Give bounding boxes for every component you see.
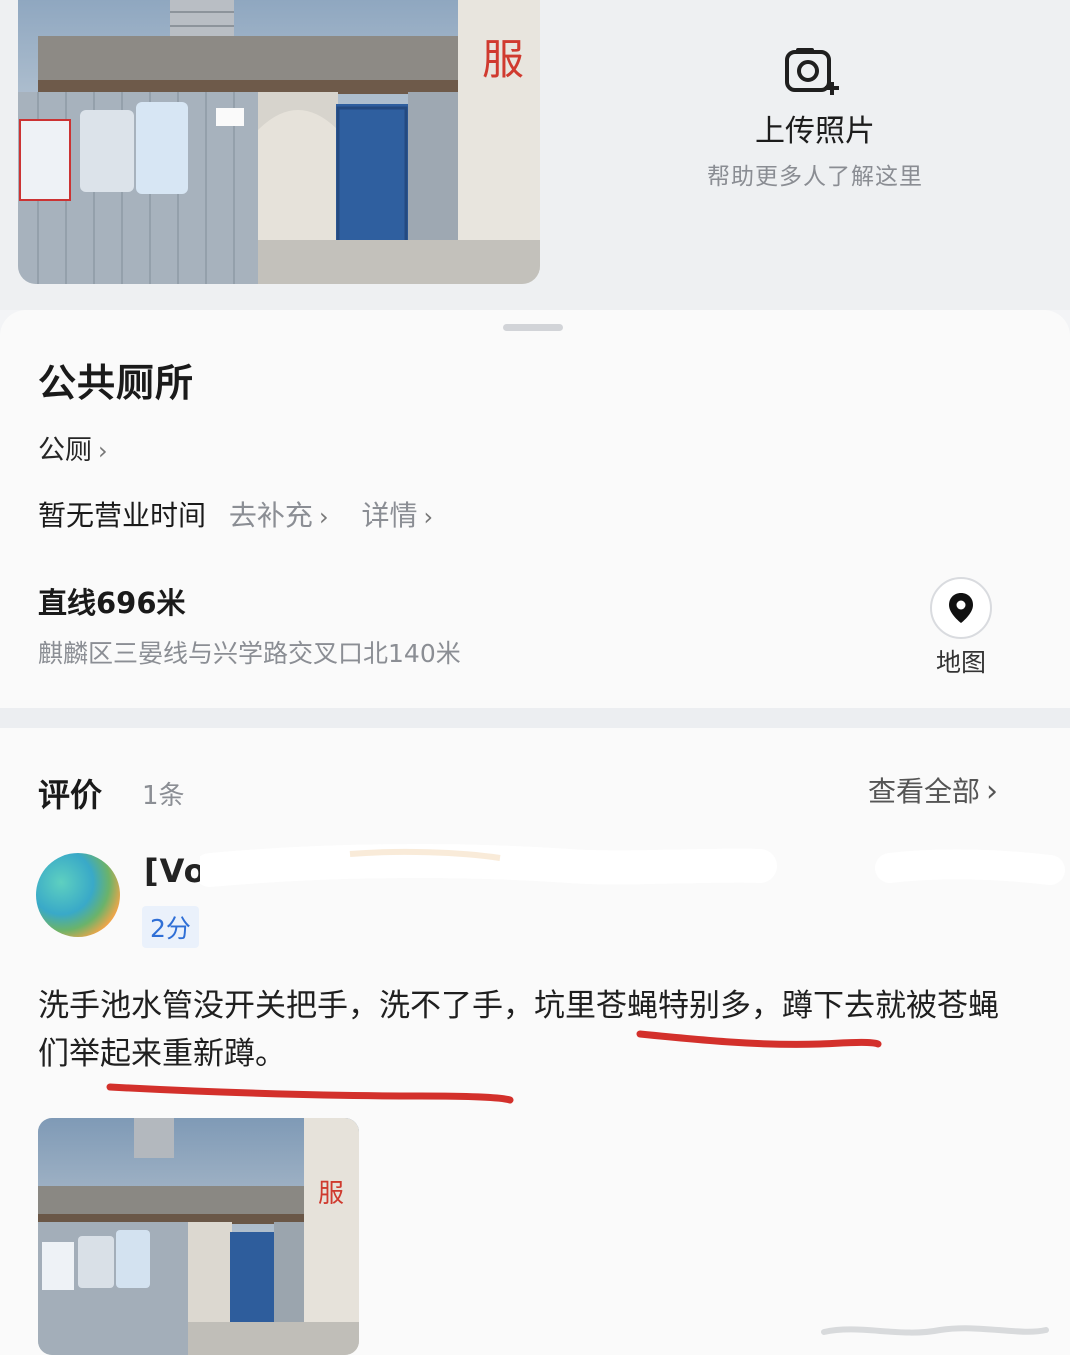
redaction-scribble: [200, 844, 1065, 887]
review-photo[interactable]: 服: [38, 1118, 359, 1355]
details-link[interactable]: 详情 ›: [361, 499, 433, 532]
review-photo-illustration: 服: [38, 1118, 359, 1355]
add-hours-label: 去补充: [228, 499, 313, 532]
details-label: 详情: [361, 499, 418, 532]
chevron-right-icon: ›: [318, 503, 329, 531]
place-photo[interactable]: 服: [18, 0, 540, 284]
review-score-badge: 2分: [142, 906, 199, 948]
reviews-count: 1条: [142, 781, 185, 811]
photo-sign-text: 服: [482, 35, 524, 84]
chevron-right-icon: ›: [423, 503, 434, 531]
view-all-label: 查看全部: [868, 775, 981, 808]
view-all-reviews-link[interactable]: 查看全部 ›: [868, 770, 998, 810]
watermark-logo: [821, 1325, 1049, 1336]
reviews-title: 评价: [38, 776, 103, 814]
distance-text: 直线696米: [38, 586, 186, 620]
map-label[interactable]: 地图: [924, 643, 998, 679]
upload-photo-subtitle: 帮助更多人了解这里: [707, 164, 923, 190]
avatar[interactable]: [36, 853, 120, 937]
review-username[interactable]: [Vo: [144, 852, 207, 890]
section-divider: [0, 708, 1070, 728]
place-name: 公共厕所: [38, 361, 195, 405]
sheet-drag-handle[interactable]: [503, 324, 563, 331]
upload-photo-title[interactable]: 上传照片: [560, 106, 1070, 150]
place-category-label: 公厕: [38, 435, 92, 466]
photo-illustration: 服: [18, 0, 540, 284]
address-text: 麒麟区三晏线与兴学路交叉口北140米: [38, 639, 461, 668]
hours-row: 暂无营业时间 去补充 › 详情 ›: [38, 494, 433, 534]
map-button[interactable]: [930, 577, 992, 639]
place-category-link[interactable]: 公厕 ›: [38, 428, 108, 467]
add-hours-link[interactable]: 去补充 ›: [229, 499, 329, 532]
camera-plus-icon[interactable]: [784, 44, 842, 96]
photo-sign-text: 服: [318, 1179, 344, 1209]
location-pin-icon: [949, 593, 973, 623]
chevron-right-icon: ›: [986, 774, 999, 809]
chevron-right-icon: ›: [98, 437, 108, 465]
hours-text: 暂无营业时间: [38, 499, 207, 532]
review-text: 洗手池水管没开关把手，洗不了手，坑里苍蝇特别多，蹲下去就被苍蝇们举起来重新蹲。: [38, 988, 999, 1072]
